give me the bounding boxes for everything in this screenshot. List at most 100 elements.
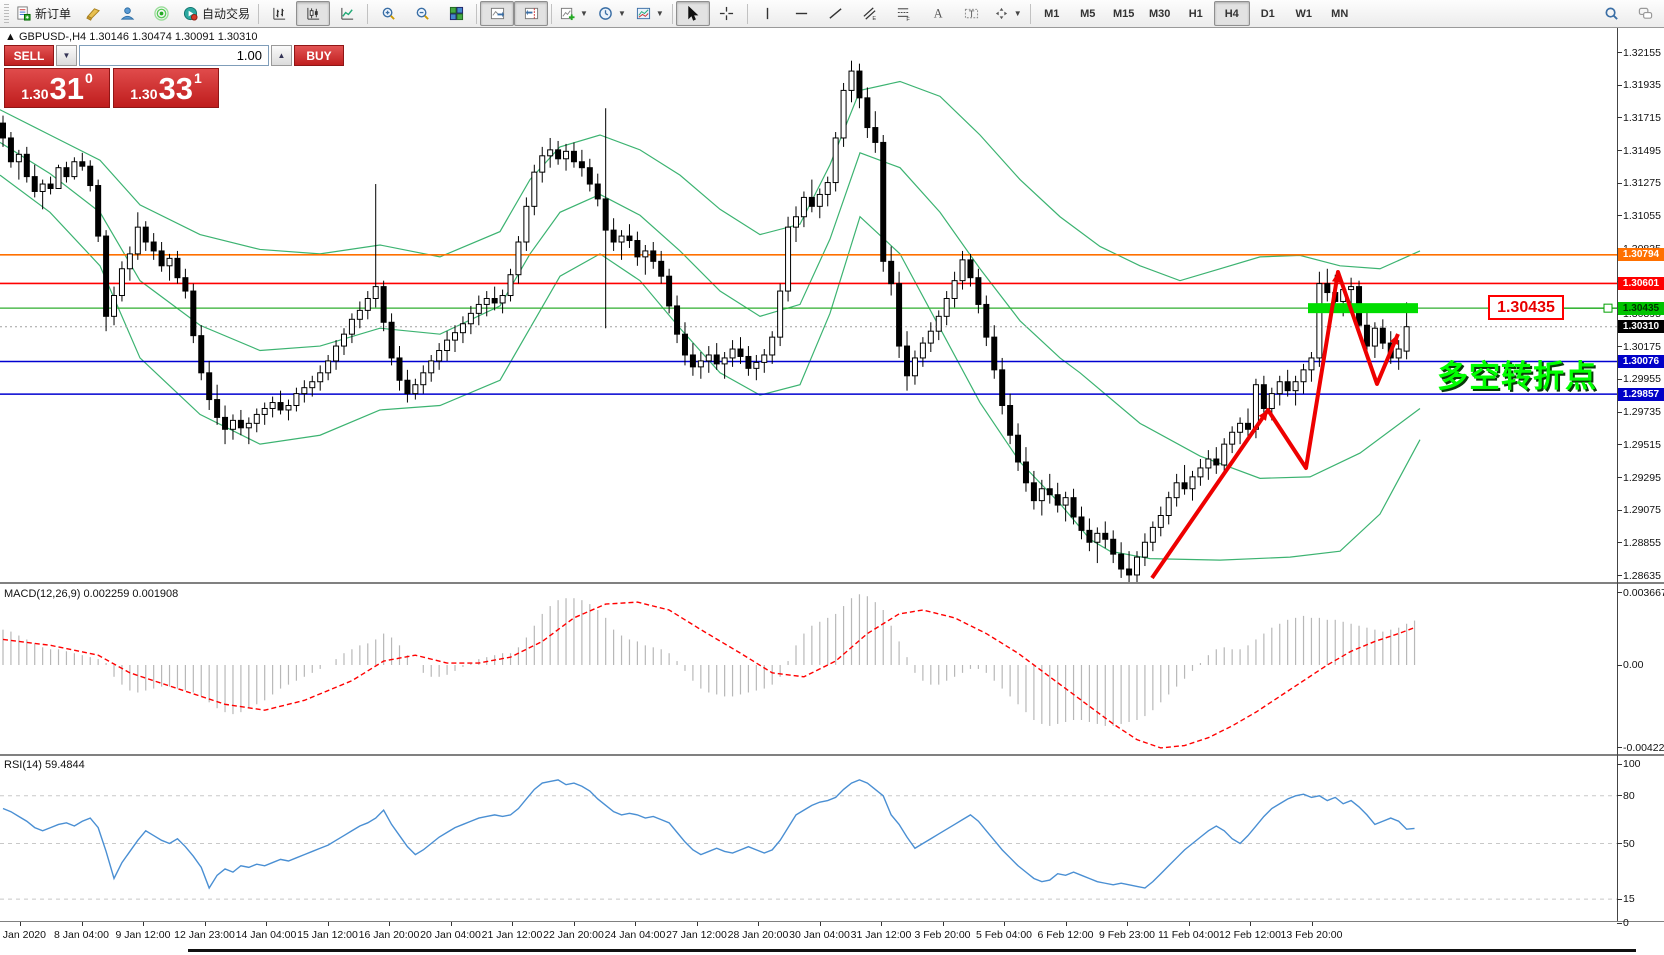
candlestick-button[interactable] bbox=[296, 1, 330, 26]
timeframe-m15-button[interactable]: M15 bbox=[1106, 1, 1142, 26]
cursor-button[interactable] bbox=[676, 1, 710, 26]
candle-body bbox=[595, 184, 600, 199]
time-tick bbox=[758, 922, 759, 926]
candle-body bbox=[619, 236, 624, 242]
candle-body bbox=[920, 343, 925, 358]
toolbar-separator bbox=[367, 4, 368, 24]
search-button[interactable] bbox=[1594, 1, 1628, 26]
timeframe-m1-button[interactable]: M1 bbox=[1034, 1, 1070, 26]
new-chart-icon bbox=[560, 6, 575, 21]
time-tick bbox=[881, 922, 882, 926]
candle-body bbox=[460, 324, 465, 333]
pane-separator[interactable] bbox=[0, 754, 1664, 756]
time-tick bbox=[574, 922, 575, 926]
vertical-line-button[interactable] bbox=[751, 1, 785, 26]
signals-button[interactable] bbox=[144, 1, 178, 26]
auto-scroll-button[interactable] bbox=[480, 1, 514, 26]
candle-body bbox=[24, 154, 29, 176]
chart-shift-button[interactable] bbox=[514, 1, 548, 26]
profiles-button[interactable]: ▼ bbox=[593, 1, 631, 26]
styles-button[interactable] bbox=[76, 1, 110, 26]
price-chart-canvas[interactable] bbox=[0, 28, 1617, 582]
candle-body bbox=[1119, 554, 1124, 569]
candle-body bbox=[532, 172, 537, 206]
candle-body bbox=[119, 269, 124, 296]
fibonacci-button[interactable]: F bbox=[887, 1, 921, 26]
candles bbox=[1, 61, 1410, 582]
candle-body bbox=[357, 310, 362, 319]
text-label-button[interactable]: T bbox=[955, 1, 989, 26]
chevron-down-icon: ▼ bbox=[656, 9, 664, 18]
candle-body bbox=[1127, 569, 1132, 575]
candle-body bbox=[968, 260, 973, 278]
candle-body bbox=[976, 278, 981, 305]
macd-indicator-canvas[interactable] bbox=[0, 584, 1617, 754]
candle-body bbox=[1349, 287, 1354, 290]
text-button[interactable]: A bbox=[921, 1, 955, 26]
timeframe-m30-button[interactable]: M30 bbox=[1142, 1, 1178, 26]
new-order-icon bbox=[16, 6, 31, 21]
price-tick-label: 1.31715 bbox=[1623, 112, 1661, 124]
zoom-out-button[interactable] bbox=[405, 1, 439, 26]
volume-decrease-button[interactable]: ▼ bbox=[56, 45, 77, 66]
arrows-button[interactable]: ▼ bbox=[989, 1, 1027, 26]
tile-windows-button[interactable] bbox=[439, 1, 473, 26]
candle-body bbox=[564, 151, 569, 158]
chat-button[interactable] bbox=[1628, 1, 1662, 26]
buy-button[interactable]: BUY bbox=[294, 45, 344, 66]
candle-body bbox=[762, 355, 767, 362]
candle-body bbox=[405, 380, 410, 393]
tile-windows-icon bbox=[449, 6, 464, 21]
timeframe-d1-button[interactable]: D1 bbox=[1250, 1, 1286, 26]
sell-quote-tile[interactable]: 1.30 31 0 bbox=[4, 68, 110, 108]
candle-body bbox=[151, 242, 156, 251]
candle-body bbox=[611, 230, 616, 242]
price-tick bbox=[1617, 477, 1622, 478]
sell-price-major: 1.30 bbox=[21, 84, 48, 104]
toolbar-grip[interactable] bbox=[4, 4, 9, 24]
candle-body bbox=[223, 417, 228, 429]
candle-body bbox=[397, 358, 402, 380]
timeframe-h1-button[interactable]: H1 bbox=[1178, 1, 1214, 26]
line-chart-button[interactable] bbox=[330, 1, 364, 26]
candle-body bbox=[1, 123, 6, 138]
candle-body bbox=[1016, 435, 1021, 462]
price-axis-border bbox=[1617, 28, 1618, 921]
autotrading-icon bbox=[183, 6, 198, 21]
volume-increase-button[interactable]: ▲ bbox=[271, 45, 292, 66]
timeframe-m5-button[interactable]: M5 bbox=[1070, 1, 1106, 26]
bar-chart-button[interactable] bbox=[262, 1, 296, 26]
price-tick-label: 1.30175 bbox=[1623, 341, 1661, 353]
time-tick bbox=[1004, 922, 1005, 926]
candle-body bbox=[143, 227, 148, 242]
new-chart-button[interactable]: ▼ bbox=[555, 1, 593, 26]
window-bottom-edge bbox=[188, 949, 1636, 952]
timeframe-w1-button[interactable]: W1 bbox=[1286, 1, 1322, 26]
price-tag-1.30310: 1.30310 bbox=[1618, 320, 1664, 333]
candle-body bbox=[651, 251, 656, 261]
buy-quote-tile[interactable]: 1.30 33 1 bbox=[113, 68, 219, 108]
candle-body bbox=[690, 355, 695, 367]
zoom-in-button[interactable] bbox=[371, 1, 405, 26]
pane-separator[interactable] bbox=[0, 582, 1664, 584]
rsi-indicator-canvas[interactable] bbox=[0, 757, 1617, 922]
cursor-icon bbox=[685, 6, 700, 21]
new-order-button[interactable]: 新订单 bbox=[11, 1, 76, 26]
horizontal-line-button[interactable] bbox=[785, 1, 819, 26]
sell-button[interactable]: SELL bbox=[4, 45, 54, 66]
crosshair-button[interactable] bbox=[710, 1, 744, 26]
candle-body bbox=[928, 331, 933, 343]
candle-body bbox=[445, 340, 450, 350]
trendline-button[interactable] bbox=[819, 1, 853, 26]
volume-input[interactable] bbox=[79, 45, 269, 66]
templates-button[interactable]: ▼ bbox=[631, 1, 669, 26]
candle-body bbox=[8, 138, 13, 162]
autotrading-button[interactable]: 自动交易 bbox=[178, 1, 255, 26]
channel-button[interactable]: E bbox=[853, 1, 887, 26]
time-tick bbox=[697, 922, 698, 926]
price-tick bbox=[1617, 215, 1622, 216]
community-button[interactable] bbox=[110, 1, 144, 26]
time-tick bbox=[1066, 922, 1067, 926]
timeframe-h4-button[interactable]: H4 bbox=[1214, 1, 1250, 26]
timeframe-mn-button[interactable]: MN bbox=[1322, 1, 1358, 26]
